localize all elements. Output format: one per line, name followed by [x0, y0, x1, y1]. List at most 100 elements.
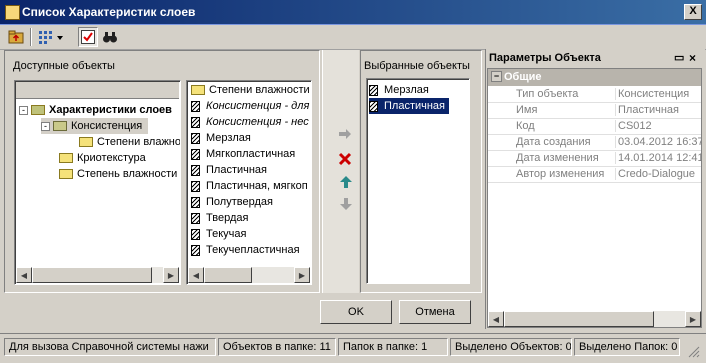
toolbar-separator	[30, 28, 32, 46]
list-item-selected[interactable]: Пластичная	[367, 97, 451, 115]
tree-hscrollbar[interactable]: ◀ ▶	[16, 267, 179, 283]
properties-header: Параметры Объекта ▭ ×	[487, 50, 702, 68]
list-item[interactable]: Консистенция - для	[191, 98, 309, 114]
hatch-icon	[191, 228, 200, 240]
delete-button[interactable]	[337, 151, 353, 170]
collapse-icon[interactable]: -	[41, 121, 50, 131]
ok-button[interactable]: OK	[320, 300, 392, 324]
list-item[interactable]: Текучая	[191, 226, 246, 242]
hatch-icon	[191, 100, 200, 112]
folder-open-icon	[53, 121, 67, 131]
tree-node-consistency[interactable]: - Консистенция	[41, 118, 149, 134]
hatch-icon	[191, 244, 200, 256]
scroll-right-icon[interactable]: ▶	[163, 267, 179, 283]
close-button[interactable]: X	[684, 4, 702, 20]
group-label: Общие	[504, 71, 542, 83]
available-label: Доступные объекты	[13, 60, 115, 72]
collapse-icon[interactable]: −	[491, 71, 502, 82]
find-button[interactable]	[100, 27, 120, 47]
props-hscrollbar[interactable]: ◀ ▶	[488, 311, 701, 327]
hatch-icon	[191, 212, 200, 224]
list-item[interactable]: Пластичная	[191, 162, 267, 178]
window-title: Список Характеристик слоев	[22, 5, 196, 19]
folder-up-button[interactable]	[6, 27, 26, 47]
add-button[interactable]	[338, 128, 352, 143]
property-row[interactable]: Имя Пластичная	[488, 102, 701, 119]
property-row[interactable]: Дата создания 03.04.2012 16:37	[488, 134, 701, 151]
scroll-right-icon[interactable]: ▶	[294, 267, 310, 283]
tree-node-label: Характеристики слоев	[49, 104, 172, 116]
hatch-icon	[369, 84, 378, 96]
tree-node-label: Степени влажнос	[97, 136, 181, 148]
arrow-up-icon	[340, 176, 352, 188]
cancel-button[interactable]: Отмена	[399, 300, 471, 324]
group-row[interactable]: − Общие	[488, 69, 701, 86]
hatch-icon	[191, 116, 200, 128]
list-item[interactable]: Полутвердая	[191, 194, 273, 210]
status-folders-in-folder: Папок в папке: 1	[338, 338, 448, 356]
scroll-thumb[interactable]	[504, 311, 654, 327]
tree-node-label: Криотекстура	[77, 152, 146, 164]
arrow-down-icon	[340, 198, 352, 210]
scroll-thumb[interactable]	[32, 267, 152, 283]
scroll-thumb[interactable]	[204, 267, 252, 283]
tree-header	[16, 82, 179, 99]
tree-node-label: Консистенция	[71, 120, 143, 132]
status-selected-objects: Выделено Объектов: 0	[450, 338, 572, 356]
folder-open-icon	[31, 105, 45, 115]
list-item[interactable]: Степени влажности	[191, 82, 310, 98]
list-item[interactable]: Консистенция - нес	[191, 114, 309, 130]
view-mode-button[interactable]	[36, 27, 66, 47]
tree-panel[interactable]: - Характеристики слоев - Консистенция Ст…	[14, 80, 181, 285]
folder-icon	[191, 85, 205, 95]
list-hscrollbar[interactable]: ◀ ▶	[188, 267, 310, 283]
property-row[interactable]: Дата изменения 14.01.2014 12:41	[488, 150, 701, 167]
check-icon	[81, 30, 95, 44]
binoculars-icon	[103, 32, 117, 43]
list-item[interactable]: Пластичная, мягкоп	[191, 178, 308, 194]
tree-node-moisture[interactable]: Степени влажнос	[79, 134, 181, 150]
tree-node-cryotexture[interactable]: Криотекстура	[59, 150, 146, 166]
object-list[interactable]: Степени влажности Консистенция - для Кон…	[186, 80, 312, 285]
view-tree-icon	[39, 31, 63, 44]
resize-grip-icon[interactable]	[684, 342, 700, 358]
list-item[interactable]: Мерзлая	[369, 82, 433, 98]
title-bar: Список Характеристик слоев X	[0, 0, 706, 25]
hatch-icon	[191, 132, 200, 144]
scroll-left-icon[interactable]: ◀	[488, 311, 504, 327]
status-selected-folders: Выделено Папок: 0	[574, 338, 680, 356]
scroll-left-icon[interactable]: ◀	[188, 267, 204, 283]
toolbar	[0, 25, 706, 50]
close-panel-icon[interactable]: ×	[689, 51, 696, 65]
list-item[interactable]: Твердая	[191, 210, 248, 226]
tree-node-moisture-degree[interactable]: Степень влажности	[59, 166, 177, 182]
move-down-button[interactable]	[339, 197, 353, 214]
arrow-right-icon	[339, 129, 351, 139]
folder-icon	[59, 169, 73, 179]
action-strip	[322, 50, 359, 293]
status-help: Для вызова Справочной системы нажи	[4, 338, 216, 356]
window-icon	[5, 5, 20, 20]
scroll-right-icon[interactable]: ▶	[685, 311, 701, 327]
folder-icon	[59, 153, 73, 163]
property-row[interactable]: Код CS012	[488, 118, 701, 135]
status-objects-in-folder: Объектов в папке: 11	[218, 338, 336, 356]
property-grid[interactable]: − Общие Тип объекта Консистенция Имя Пласт…	[487, 68, 702, 328]
list-item[interactable]: Мягкопластичная	[191, 146, 295, 162]
dock-icon[interactable]: ▭	[674, 51, 684, 64]
selected-list[interactable]: Мерзлая Пластичная	[366, 78, 470, 284]
scroll-left-icon[interactable]: ◀	[16, 267, 32, 283]
folder-up-icon	[8, 30, 24, 44]
property-row[interactable]: Автор изменения Credo-Dialogue	[488, 166, 701, 183]
list-item[interactable]: Текучепластичная	[191, 242, 300, 258]
move-up-button[interactable]	[339, 175, 353, 192]
hatch-icon	[191, 180, 200, 192]
tree-node-root[interactable]: - Характеристики слоев	[19, 102, 172, 118]
property-row[interactable]: Тип объекта Консистенция	[488, 86, 701, 103]
hatch-icon	[191, 164, 200, 176]
folder-icon	[79, 137, 93, 147]
check-button[interactable]	[78, 27, 98, 47]
collapse-icon[interactable]: -	[19, 105, 28, 115]
hatch-icon	[369, 100, 378, 112]
list-item[interactable]: Мерзлая	[191, 130, 251, 146]
